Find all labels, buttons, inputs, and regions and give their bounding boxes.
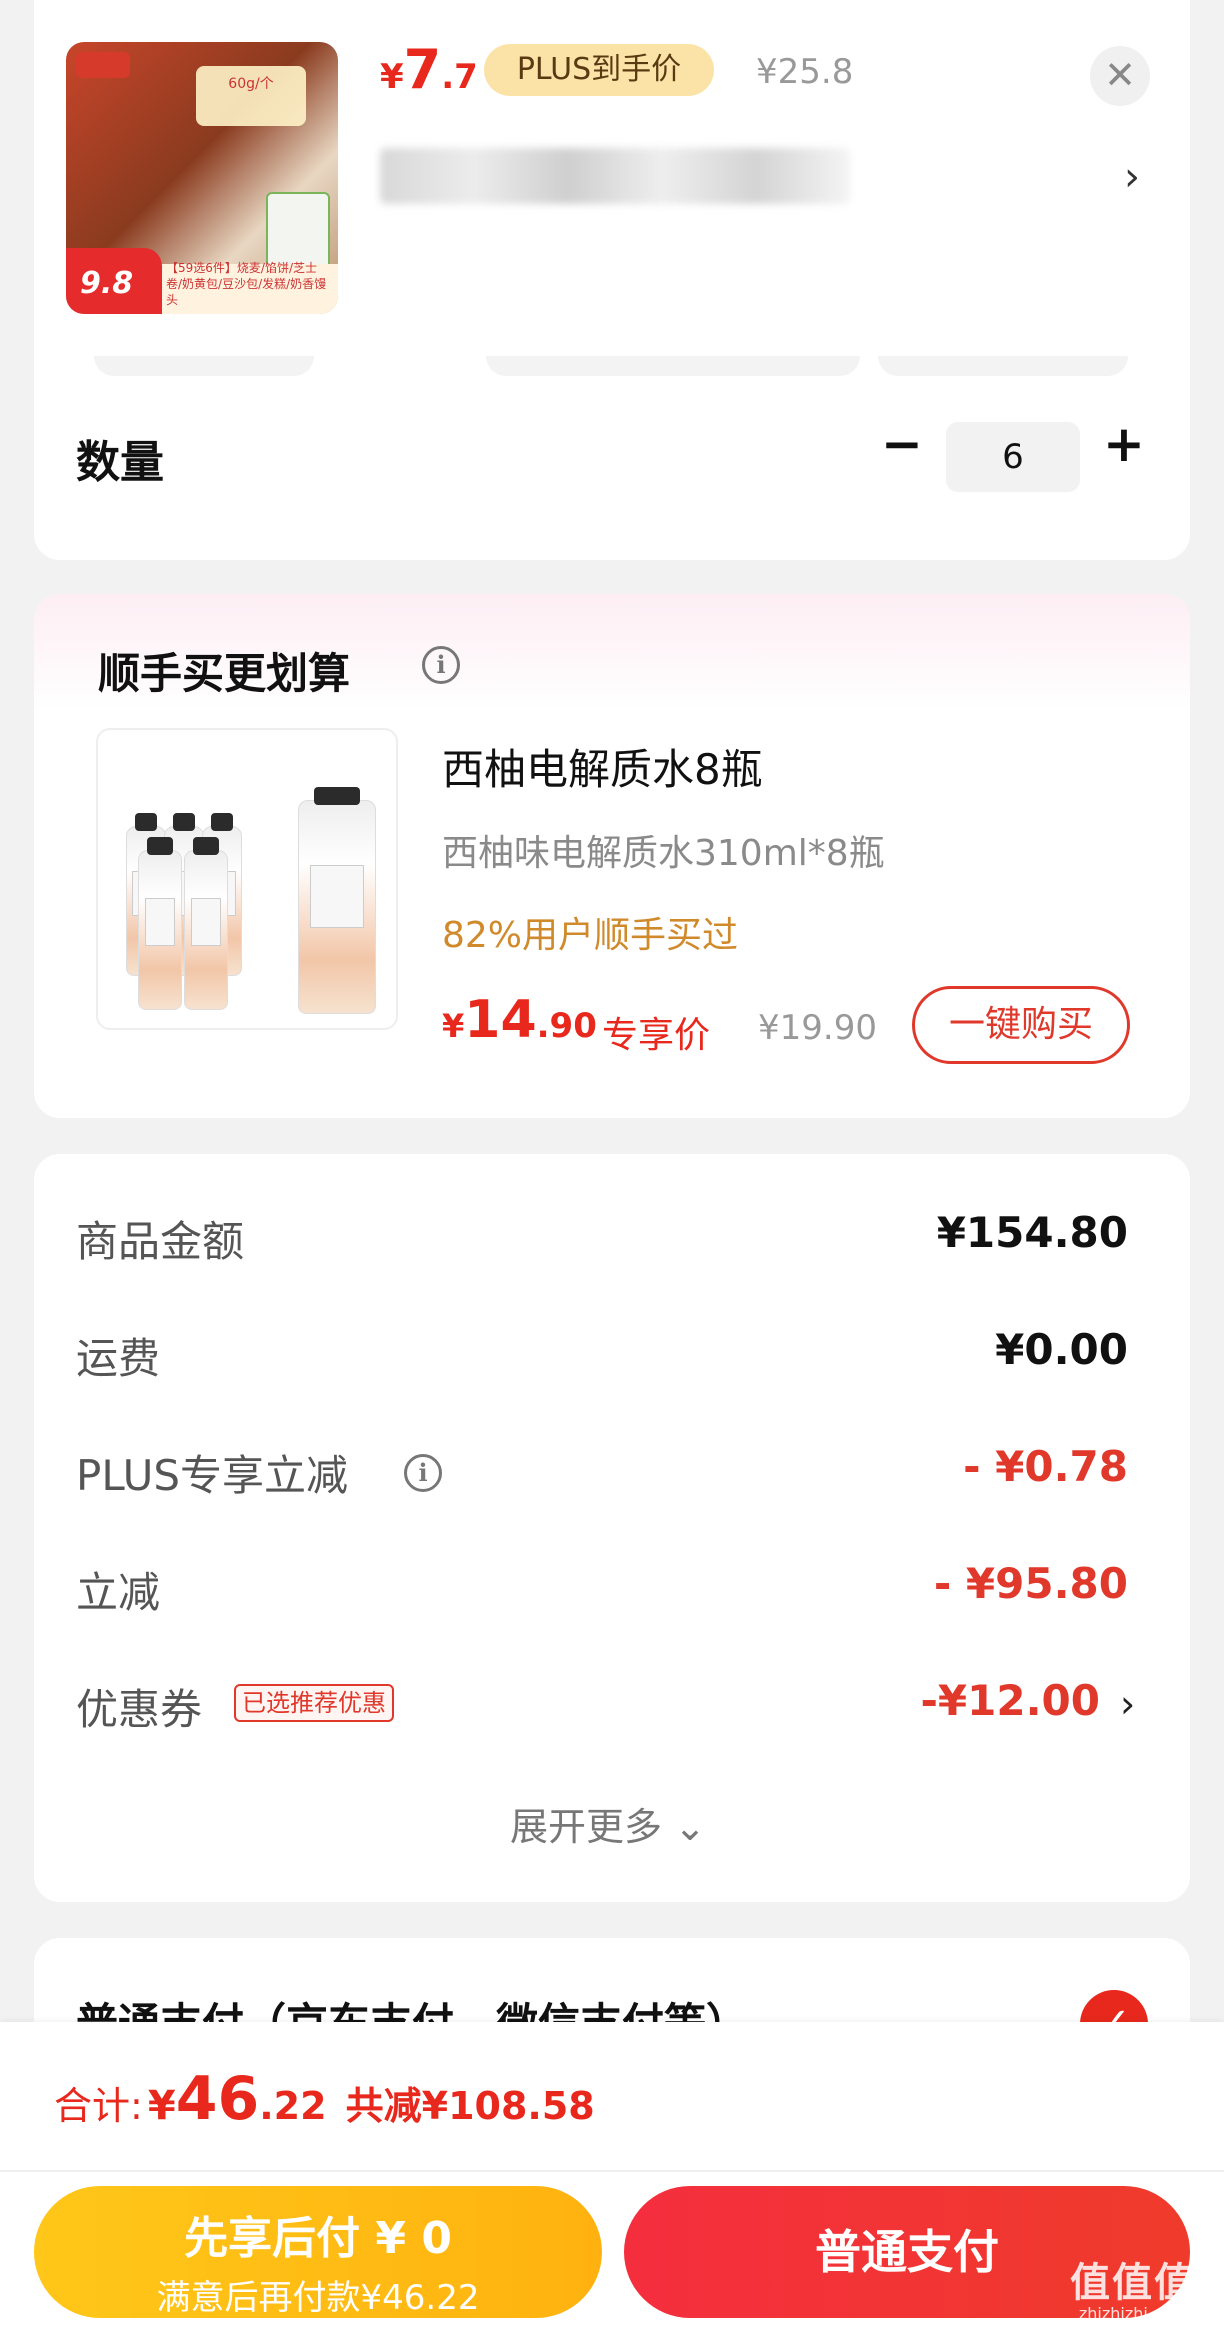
summary-label: 立减	[76, 1568, 161, 1617]
pay-later-button[interactable]: 先享后付 ¥ 0 满意后再付款¥46.22	[34, 2186, 602, 2318]
option-chip[interactable]	[878, 356, 1128, 376]
watermark-text: 值值值	[1070, 2260, 1196, 2306]
summary-label: 优惠券	[76, 1685, 203, 1734]
summary-value: - ¥95.80	[933, 1559, 1128, 1608]
addon-product-description: 西柚味电解质水310ml*8瓶	[442, 833, 885, 874]
summary-value: - ¥0.78	[963, 1442, 1128, 1491]
addon-price: ¥14.90	[442, 990, 597, 1050]
summary-value: -¥12.00	[920, 1676, 1100, 1725]
summary-value: ¥0.00	[995, 1325, 1128, 1374]
price-integer: 7	[403, 38, 442, 101]
total-saved: 共减¥108.58	[345, 2084, 595, 2128]
total-decimal: .22	[259, 2084, 327, 2128]
bottle-image	[138, 837, 182, 1010]
quantity-label: 数量	[76, 437, 164, 488]
bottle-image	[298, 787, 376, 1014]
quantity-input[interactable]: 6	[946, 422, 1080, 492]
blurred-product-title[interactable]	[380, 148, 850, 204]
option-chip[interactable]	[94, 356, 314, 376]
bottle-image	[184, 837, 228, 1010]
coupon-selected-badge: 已选推荐优惠	[234, 1684, 394, 1722]
price-decimal: .90	[536, 1006, 597, 1046]
order-total: 合计: ¥46.22 共减¥108.58	[54, 2064, 595, 2134]
addon-original-price: ¥19.90	[758, 1008, 877, 1048]
currency-symbol: ¥	[442, 1007, 465, 1045]
expand-more-button[interactable]: 展开更多 ⌄	[510, 1796, 706, 1851]
price-integer: 14	[464, 990, 537, 1050]
info-icon[interactable]: i	[404, 1454, 442, 1492]
summary-row-shipping: 运费 ¥0.00	[76, 1325, 1128, 1385]
currency-symbol: ¥	[147, 2083, 176, 2129]
quantity-decrease-button[interactable]: −	[876, 419, 928, 472]
addon-section-title: 顺手买更划算	[98, 649, 351, 698]
info-icon[interactable]: i	[422, 646, 460, 684]
plus-price-badge: PLUS到手价	[484, 44, 714, 96]
chevron-right-icon[interactable]: ›	[1124, 154, 1140, 200]
plus-price: ¥7.7	[380, 38, 478, 101]
one-click-buy-button[interactable]: 一键购买	[912, 986, 1130, 1064]
total-integer: 46	[175, 2064, 260, 2134]
total-label: 合计:	[54, 2084, 143, 2128]
close-button[interactable]: ✕	[1090, 46, 1150, 106]
watermark-url: zhizhizhi.com	[1078, 2304, 1188, 2323]
thumbnail-weight-label: 60g/个	[196, 66, 306, 126]
option-chip[interactable]	[486, 356, 860, 376]
quantity-increase-button[interactable]: +	[1098, 419, 1150, 472]
thumbnail-price-badge: 9.8	[66, 248, 162, 314]
summary-value: ¥154.80	[936, 1208, 1128, 1257]
chevron-right-icon[interactable]: ›	[1120, 1682, 1135, 1726]
pay-later-title: 先享后付 ¥ 0	[184, 2213, 452, 2264]
currency-symbol: ¥	[380, 57, 404, 97]
summary-row-discount: 立减 - ¥95.80	[76, 1559, 1128, 1619]
addon-purchase-stat: 82%用户顺手买过	[442, 915, 739, 956]
addon-price-label: 专享价	[602, 1015, 711, 1056]
summary-row-plus-discount: PLUS专享立减 - ¥0.78	[76, 1442, 1128, 1502]
summary-label: 运费	[76, 1334, 161, 1383]
summary-label: 商品金额	[76, 1217, 245, 1266]
summary-label: PLUS专享立减	[76, 1451, 349, 1500]
pay-later-subtitle: 满意后再付款¥46.22	[156, 2278, 480, 2318]
summary-row-goods-amount: 商品金额 ¥154.80	[76, 1208, 1128, 1268]
addon-product-image[interactable]	[96, 728, 398, 1030]
brand-logo	[76, 52, 130, 78]
product-thumbnail[interactable]: 60g/个 【59选6件】烧麦/馅饼/芝士卷/奶黄包/豆沙包/发糕/奶香馒头 9…	[66, 42, 338, 314]
price-decimal: .7	[441, 57, 478, 97]
thumbnail-band-text: 【59选6件】烧麦/馅饼/芝士卷/奶黄包/豆沙包/发糕/奶香馒头	[166, 261, 327, 307]
summary-row-coupon[interactable]: 优惠券 已选推荐优惠 -¥12.00	[76, 1676, 1100, 1736]
watermark-logo: 值值值 zhizhizhi.com	[1070, 2250, 1196, 2323]
divider	[0, 2170, 1224, 2172]
original-price: ¥25.8	[756, 52, 854, 92]
addon-product-name[interactable]: 西柚电解质水8瓶	[442, 736, 763, 797]
